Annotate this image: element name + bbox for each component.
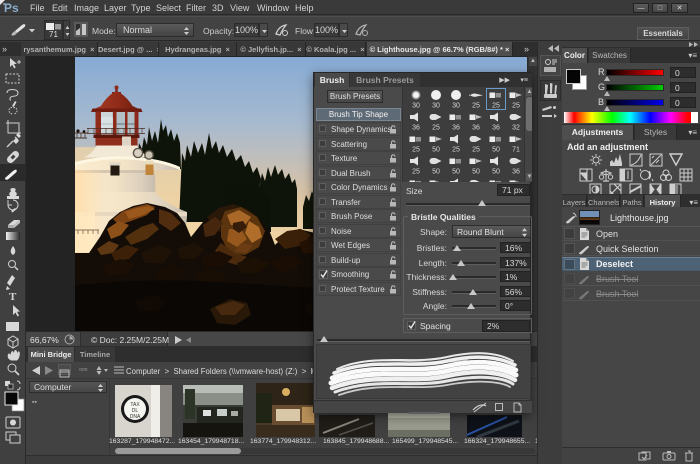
svg-text:32: 32 bbox=[512, 125, 520, 132]
svg-text:36: 36 bbox=[512, 169, 520, 176]
svg-text:50: 50 bbox=[472, 169, 480, 176]
svg-text:30: 30 bbox=[452, 103, 460, 110]
svg-text:25: 25 bbox=[472, 147, 480, 154]
svg-text:36: 36 bbox=[452, 125, 460, 132]
svg-text:36: 36 bbox=[412, 125, 420, 132]
svg-text:25: 25 bbox=[512, 103, 520, 110]
svg-text:25: 25 bbox=[412, 147, 420, 154]
svg-text:50: 50 bbox=[432, 169, 440, 176]
svg-text:25: 25 bbox=[452, 147, 460, 154]
svg-text:50: 50 bbox=[452, 169, 460, 176]
svg-text:25: 25 bbox=[412, 169, 420, 176]
svg-text:25: 25 bbox=[432, 125, 440, 132]
svg-text:25: 25 bbox=[472, 103, 480, 110]
svg-text:T: T bbox=[9, 291, 17, 303]
svg-text:71: 71 bbox=[512, 147, 520, 154]
svg-text:50: 50 bbox=[492, 169, 500, 176]
svg-text:30: 30 bbox=[412, 103, 420, 110]
svg-text:36: 36 bbox=[472, 125, 480, 132]
svg-text:DNA: DNA bbox=[130, 414, 141, 420]
svg-text:36: 36 bbox=[492, 125, 500, 132]
svg-text:50: 50 bbox=[492, 147, 500, 154]
svg-text:30: 30 bbox=[432, 103, 440, 110]
svg-text:50: 50 bbox=[432, 147, 440, 154]
